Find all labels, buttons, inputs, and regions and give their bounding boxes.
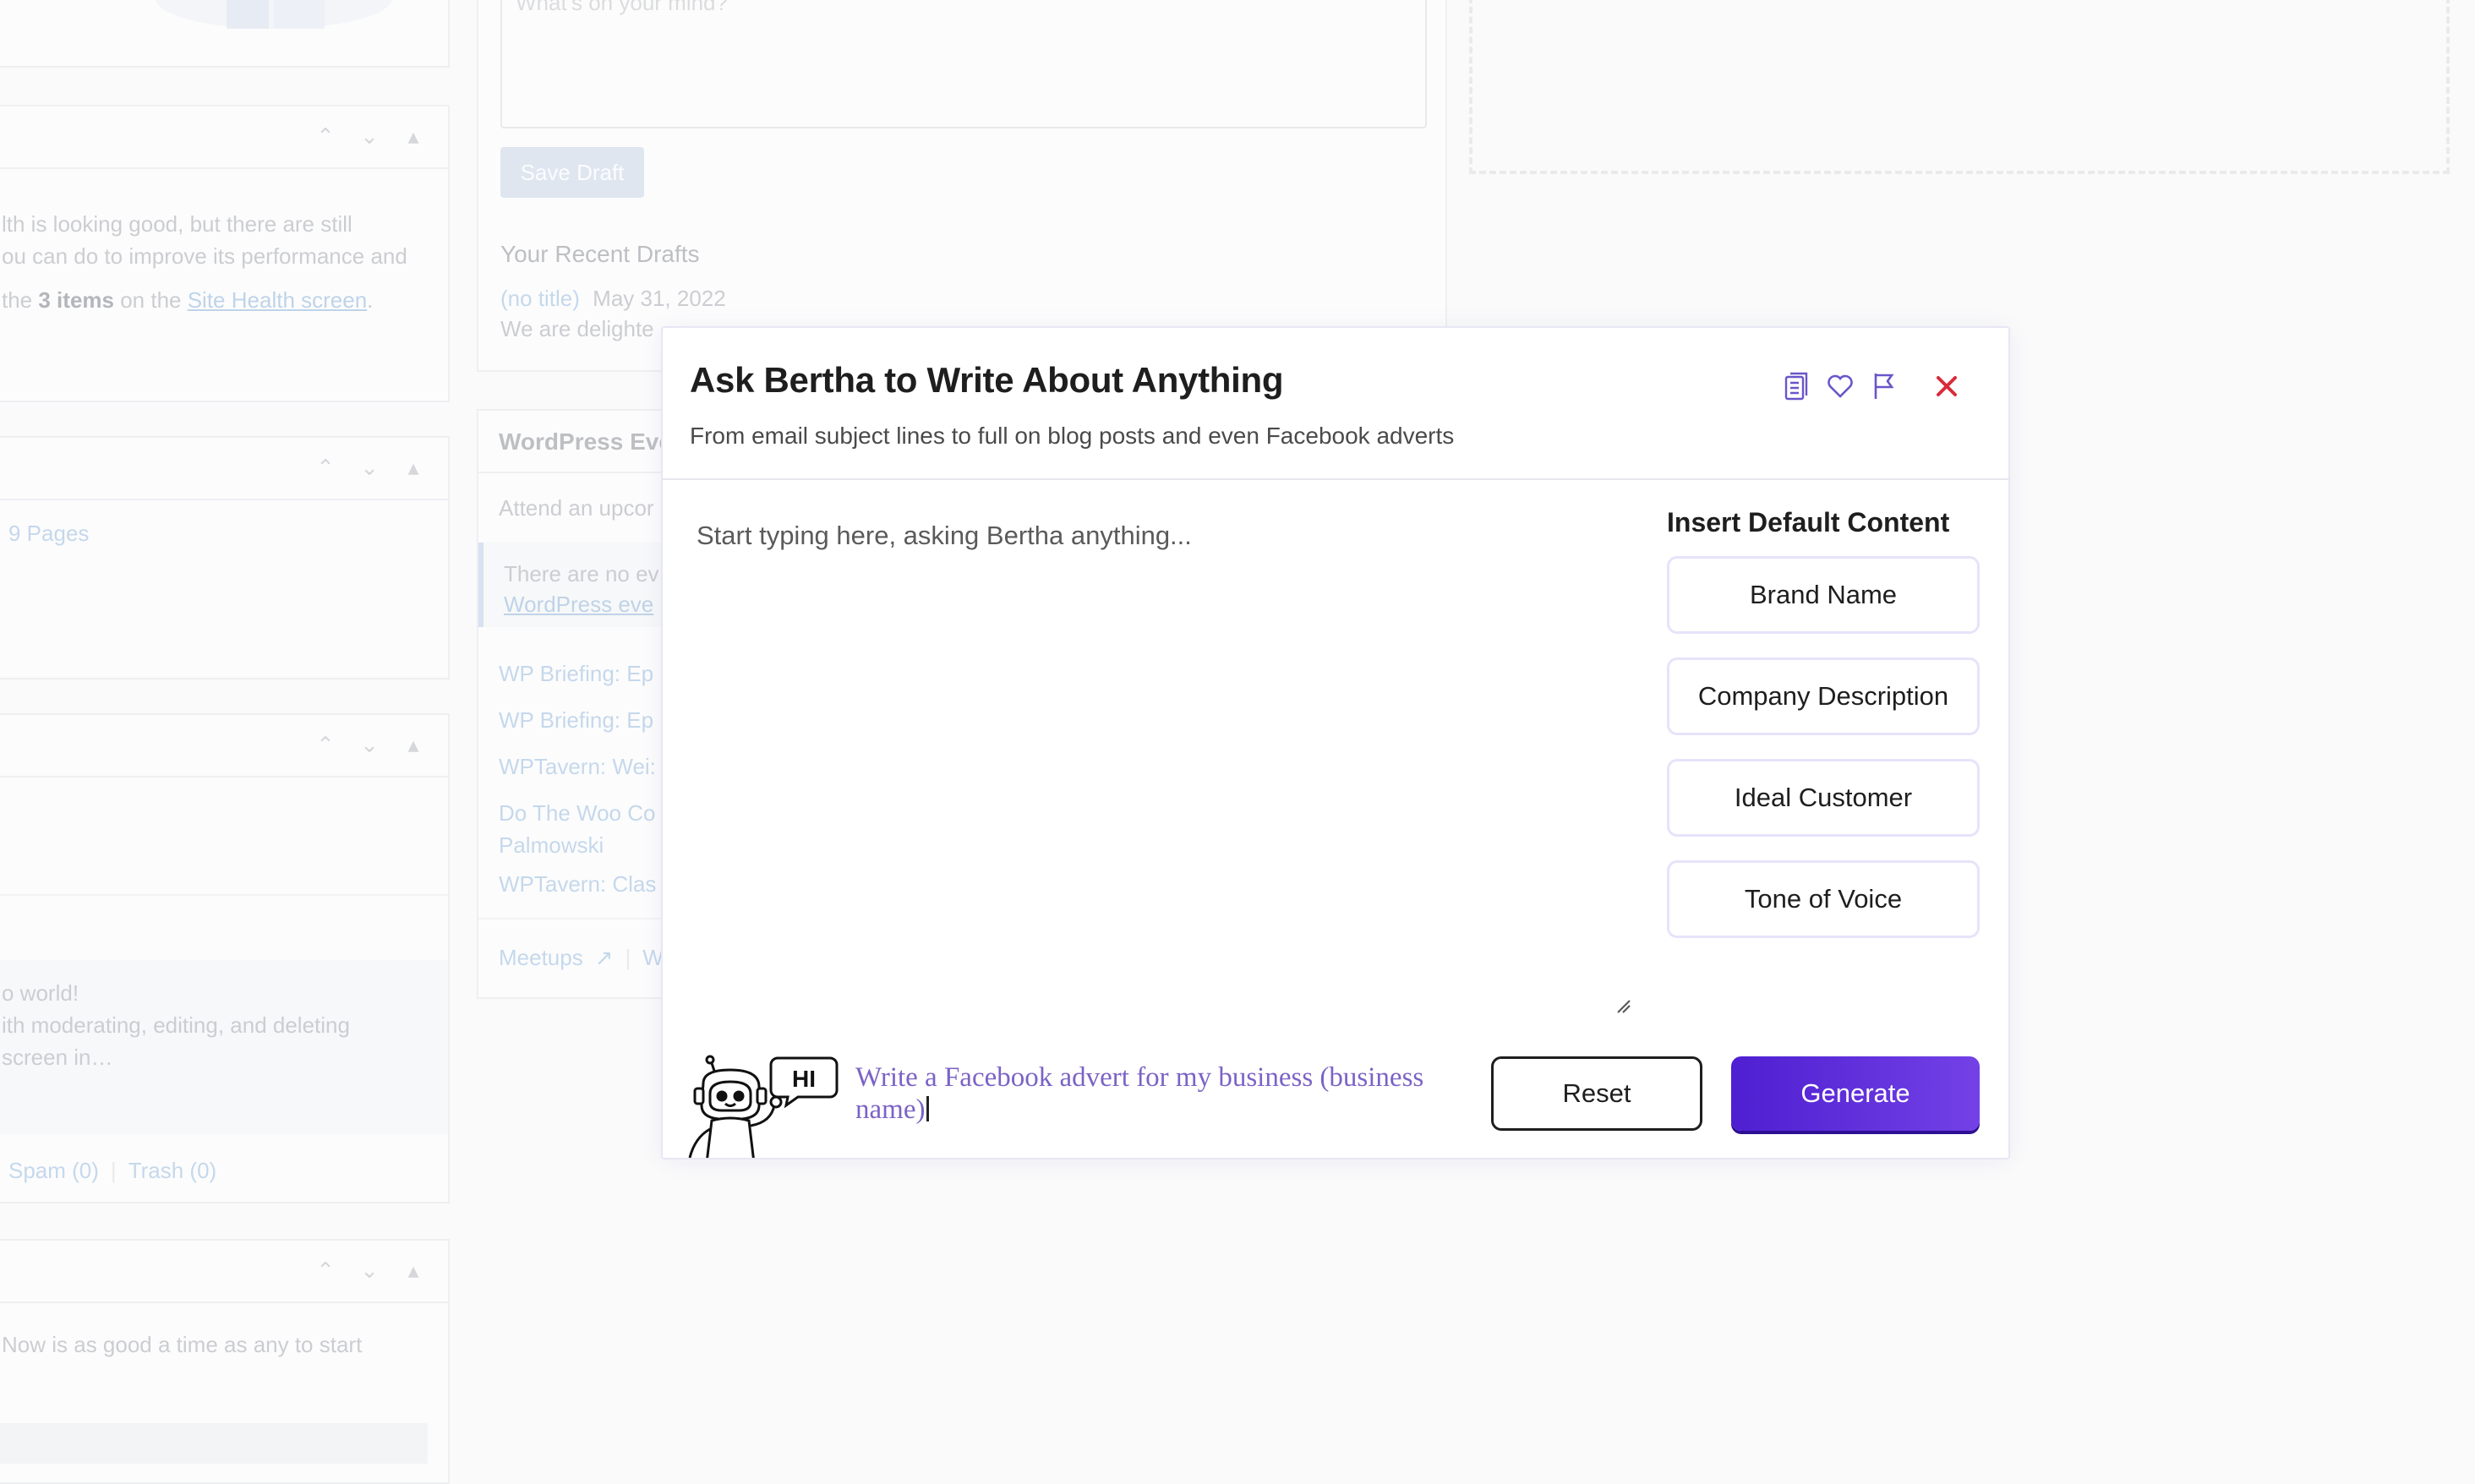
illustration-icon (156, 0, 392, 29)
collapse-icon[interactable]: ▴ (402, 123, 424, 149)
at-a-glance-panel: ⌃ ⌄ ▴ 9 Pages (0, 436, 450, 679)
news-item[interactable]: WPTavern: Wei: (499, 744, 656, 790)
left-top-panel (0, 0, 450, 68)
move-down-icon[interactable]: ⌄ (358, 123, 380, 149)
comment-line: screen in… (2, 1045, 113, 1070)
draft-excerpt: We are delighte (500, 316, 654, 341)
text-caret (926, 1096, 930, 1121)
document-icon[interactable] (1782, 372, 1811, 401)
text: on the (113, 287, 188, 313)
whats-on-mind-textarea[interactable]: What’s on your mind? (500, 0, 1427, 128)
site-health-panel: ⌃ ⌄ ▴ lth is looking good, but there are… (0, 105, 450, 402)
no-events-text: There are no ev (504, 561, 659, 587)
company-description-button[interactable]: Company Description (1667, 657, 1980, 735)
news-item[interactable]: Do The Woo Co (499, 790, 656, 829)
panel-header: ⌃ ⌄ ▴ (0, 438, 448, 500)
comment-line: o world! (2, 980, 79, 1006)
collapse-icon[interactable]: ▴ (402, 732, 424, 757)
move-down-icon[interactable]: ⌄ (358, 732, 380, 757)
site-health-line: the 3 items on the Site Health screen. (2, 284, 407, 316)
start-text: Now is as good a time as any to start (2, 1332, 363, 1357)
spam-link[interactable]: Spam (0) (8, 1154, 99, 1187)
wordpress-events-link[interactable]: WordPress eve (504, 588, 653, 620)
panel-controls: ⌃ ⌄ ▴ (314, 455, 424, 480)
external-link-icon: ↗ (594, 945, 614, 970)
footer-links: Meetups ↗ | W (499, 941, 664, 974)
draft-date: May 31, 2022 (593, 286, 726, 311)
separator: | (110, 1158, 117, 1183)
quick-draft-panel: What’s on your mind? Save Draft Your Rec… (477, 0, 1447, 372)
divider (0, 894, 448, 896)
site-health-text: lth is looking good, but there are still… (2, 208, 407, 316)
move-up-icon[interactable]: ⌃ (314, 455, 336, 480)
insert-default-content-title: Insert Default Content (1667, 507, 1950, 537)
trash-link[interactable]: Trash (0) (128, 1154, 217, 1187)
textarea-placeholder: What’s on your mind? (516, 0, 728, 15)
panel-header: ⌃ ⌄ ▴ (0, 715, 448, 777)
news-item[interactable]: Palmowski (499, 829, 656, 861)
site-health-line: ou can do to improve its performance and (2, 243, 407, 269)
move-up-icon[interactable]: ⌃ (314, 1258, 336, 1283)
move-down-icon[interactable]: ⌄ (358, 455, 380, 480)
modal-header-icons (1782, 372, 1961, 401)
recent-drafts-heading: Your Recent Drafts (500, 241, 700, 267)
prompt-placeholder: Start typing here, asking Bertha anythin… (697, 521, 1192, 550)
ideal-customer-button[interactable]: Ideal Customer (1667, 759, 1980, 837)
text: the (2, 287, 39, 313)
collapse-icon[interactable]: ▴ (402, 1258, 424, 1283)
tone-of-voice-button[interactable]: Tone of Voice (1667, 860, 1980, 938)
attend-text: Attend an upcor (499, 495, 654, 521)
robot-greeting: HI (792, 1066, 816, 1092)
comment-filters: Spam (0) | Trash (0) (8, 1154, 216, 1187)
meetups-link[interactable]: Meetups (499, 941, 583, 974)
text: . (367, 287, 374, 313)
comment-line: ith moderating, editing, and deleting (2, 1012, 350, 1038)
bertha-robot-icon: HI (688, 1055, 839, 1158)
resize-handle-icon[interactable] (1614, 997, 1631, 1014)
save-draft-button[interactable]: Save Draft (500, 147, 644, 198)
news-item[interactable]: WPTavern: Clas (499, 861, 656, 908)
activity-panel: ⌃ ⌄ ▴ o world! ith moderating, editing, … (0, 713, 450, 1203)
panel-controls: ⌃ ⌄ ▴ (314, 1258, 424, 1283)
hint-text: Write a Facebook advert for my business … (855, 1062, 1424, 1125)
heart-icon[interactable] (1826, 372, 1855, 401)
prompt-hint: Write a Facebook advert for my business … (855, 1061, 1430, 1126)
move-up-icon[interactable]: ⌃ (314, 123, 336, 149)
panel-header: ⌃ ⌄ ▴ (0, 106, 448, 169)
flag-icon[interactable] (1870, 372, 1899, 401)
items-count: 3 items (38, 287, 114, 313)
pages-count-link[interactable]: 9 Pages (8, 517, 89, 549)
generate-button[interactable]: Generate (1731, 1056, 1980, 1131)
modal-title: Ask Bertha to Write About Anything (690, 360, 1284, 400)
site-health-link[interactable]: Site Health screen (188, 287, 367, 313)
reset-button[interactable]: Reset (1491, 1056, 1702, 1131)
site-health-line: lth is looking good, but there are still (2, 211, 352, 237)
separator: | (625, 945, 631, 970)
draft-title-link[interactable]: (no title) (500, 286, 580, 311)
news-list: WP Briefing: Ep WP Briefing: Ep WPTavern… (499, 651, 656, 908)
progress-bar (0, 1423, 428, 1464)
move-up-icon[interactable]: ⌃ (314, 732, 336, 757)
modal-divider (663, 478, 2008, 480)
news-item[interactable]: WP Briefing: Ep (499, 697, 656, 744)
empty-widget-dropzone (1469, 0, 2450, 174)
panel-header: ⌃ ⌄ ▴ (0, 1241, 448, 1303)
modal-subtitle: From email subject lines to full on blog… (690, 423, 1455, 449)
news-item[interactable]: WP Briefing: Ep (499, 651, 656, 697)
close-icon[interactable] (1932, 372, 1961, 401)
bertha-modal: Ask Bertha to Write About Anything From … (661, 326, 2010, 1159)
panel-controls: ⌃ ⌄ ▴ (314, 732, 424, 757)
brand-name-button[interactable]: Brand Name (1667, 556, 1980, 634)
quick-start-panel: ⌃ ⌄ ▴ Now is as good a time as any to st… (0, 1239, 450, 1484)
collapse-icon[interactable]: ▴ (402, 455, 424, 480)
move-down-icon[interactable]: ⌄ (358, 1258, 380, 1283)
panel-controls: ⌃ ⌄ ▴ (314, 123, 424, 149)
events-title: WordPress Eve (499, 428, 672, 455)
comment-block: o world! ith moderating, editing, and de… (0, 960, 448, 1134)
